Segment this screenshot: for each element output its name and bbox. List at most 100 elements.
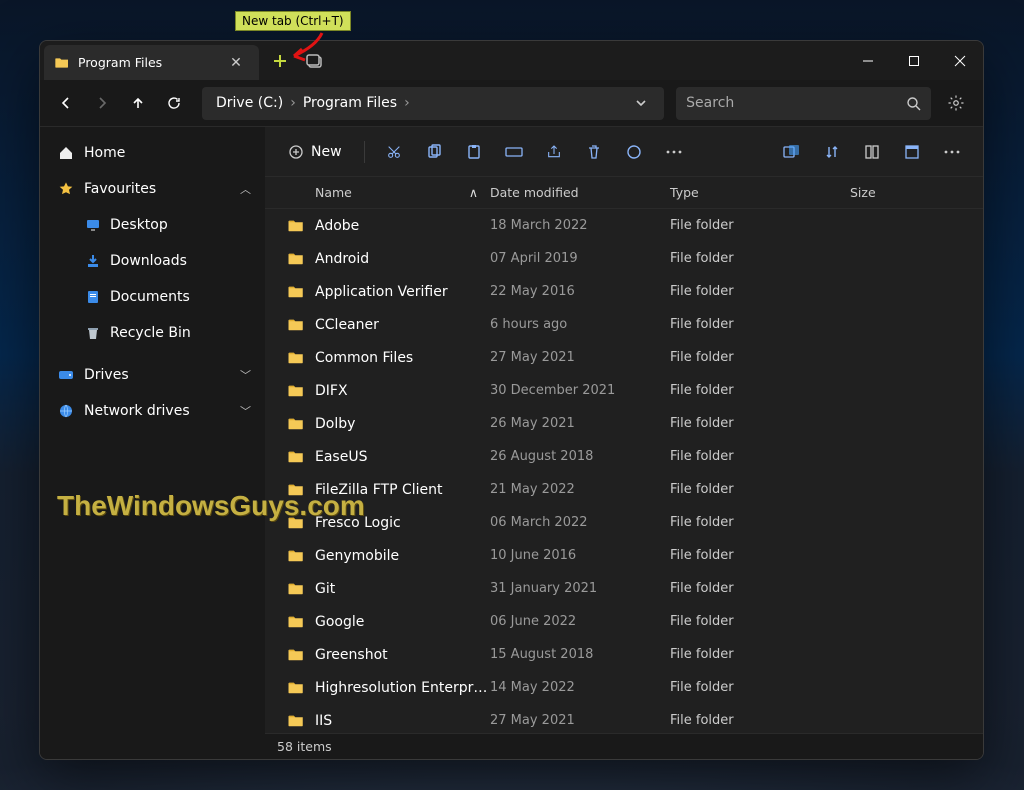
file-row[interactable]: Greenshot15 August 2018File folder: [265, 638, 983, 671]
breadcrumb-drive[interactable]: Drive (C:): [212, 95, 287, 111]
sidebar-item-recycle-bin[interactable]: Recycle Bin: [44, 315, 261, 351]
rename-button[interactable]: [495, 135, 533, 169]
overflow-button[interactable]: [933, 135, 971, 169]
folder-icon: [287, 481, 305, 499]
cut-button[interactable]: [375, 135, 413, 169]
file-date: 6 hours ago: [490, 317, 670, 332]
sidebar: Home Favourites ︿ Desktop Downloads Docu…: [40, 127, 265, 759]
minimize-button[interactable]: [845, 41, 891, 80]
tab-title: Program Files: [78, 55, 215, 70]
file-row[interactable]: Google06 June 2022File folder: [265, 605, 983, 638]
share-button[interactable]: [535, 135, 573, 169]
more-button[interactable]: [655, 135, 693, 169]
file-row[interactable]: IIS27 May 2021File folder: [265, 704, 983, 733]
sidebar-item-favourites[interactable]: Favourites ︿: [44, 171, 261, 207]
file-row[interactable]: Git31 January 2021File folder: [265, 572, 983, 605]
file-date: 07 April 2019: [490, 251, 670, 266]
file-name: Greenshot: [315, 647, 490, 663]
refresh-button[interactable]: [158, 87, 190, 119]
new-button[interactable]: New: [277, 135, 354, 169]
copy-path-button[interactable]: [773, 135, 811, 169]
file-type: File folder: [670, 614, 850, 629]
recycle-bin-icon: [86, 326, 100, 340]
desktop-icon: [86, 218, 100, 232]
file-date: 27 May 2021: [490, 713, 670, 728]
plus-icon: [273, 54, 287, 68]
file-row[interactable]: Dolby26 May 2021File folder: [265, 407, 983, 440]
delete-button[interactable]: [575, 135, 613, 169]
ellipsis-icon: [666, 150, 682, 154]
search-input[interactable]: Search: [676, 87, 931, 120]
sort-button[interactable]: [813, 135, 851, 169]
sidebar-item-home[interactable]: Home: [44, 135, 261, 171]
file-name: Fresco Logic: [315, 515, 490, 531]
file-row[interactable]: Highresolution Enterprises14 May 2022Fil…: [265, 671, 983, 704]
file-row[interactable]: Adobe18 March 2022File folder: [265, 209, 983, 242]
file-name: FileZilla FTP Client: [315, 482, 490, 498]
chevron-down-icon[interactable]: ﹀: [240, 367, 251, 383]
folder-icon: [287, 712, 305, 730]
sidebar-item-drives[interactable]: Drives ﹀: [44, 357, 261, 393]
chevron-up-icon[interactable]: ︿: [240, 181, 251, 197]
close-tab-button[interactable]: ✕: [223, 55, 249, 71]
status-item-count: 58 items: [277, 739, 332, 754]
column-header-name[interactable]: Name ∧: [315, 185, 490, 200]
layout-button[interactable]: [853, 135, 891, 169]
maximize-button[interactable]: [891, 41, 937, 80]
folder-icon: [287, 580, 305, 598]
active-tab[interactable]: Program Files ✕: [44, 45, 259, 80]
file-name: Common Files: [315, 350, 490, 366]
sidebar-item-network-drives[interactable]: Network drives ﹀: [44, 393, 261, 429]
downloads-icon: [86, 254, 100, 268]
plus-circle-icon: [289, 145, 303, 159]
address-dropdown-button[interactable]: [634, 96, 658, 110]
sidebar-item-label: Downloads: [110, 253, 187, 269]
copy-button[interactable]: [415, 135, 453, 169]
close-window-button[interactable]: [937, 41, 983, 80]
breadcrumb-folder[interactable]: Program Files: [299, 95, 401, 111]
settings-button[interactable]: [939, 86, 973, 120]
forward-button[interactable]: [86, 87, 118, 119]
chevron-down-icon[interactable]: ﹀: [240, 403, 251, 419]
file-row[interactable]: Common Files27 May 2021File folder: [265, 341, 983, 374]
navigation-bar: Drive (C:) › Program Files › Search: [40, 80, 983, 127]
file-row[interactable]: EaseUS26 August 2018File folder: [265, 440, 983, 473]
sidebar-item-desktop[interactable]: Desktop: [44, 207, 261, 243]
paste-button[interactable]: [455, 135, 493, 169]
folder-icon: [287, 217, 305, 235]
column-header-size[interactable]: Size: [850, 185, 950, 200]
up-button[interactable]: [122, 87, 154, 119]
titlebar: Program Files ✕: [40, 41, 983, 80]
file-name: Google: [315, 614, 490, 630]
back-button[interactable]: [50, 87, 82, 119]
file-date: 21 May 2022: [490, 482, 670, 497]
documents-icon: [86, 290, 100, 304]
file-row[interactable]: Android07 April 2019File folder: [265, 242, 983, 275]
sidebar-item-documents[interactable]: Documents: [44, 279, 261, 315]
file-row[interactable]: Genymobile10 June 2016File folder: [265, 539, 983, 572]
file-date: 26 August 2018: [490, 449, 670, 464]
file-date: 18 March 2022: [490, 218, 670, 233]
content-pane: New Nam: [265, 127, 983, 759]
file-row[interactable]: DIFX30 December 2021File folder: [265, 374, 983, 407]
details-pane-button[interactable]: [893, 135, 931, 169]
folder-icon: [287, 382, 305, 400]
file-type: File folder: [670, 449, 850, 464]
file-row[interactable]: FileZilla FTP Client21 May 2022File fold…: [265, 473, 983, 506]
sidebar-item-downloads[interactable]: Downloads: [44, 243, 261, 279]
file-list[interactable]: Name ∧ Date modified Type Size Adobe18 M…: [265, 177, 983, 733]
column-header-type[interactable]: Type: [670, 185, 850, 200]
file-row[interactable]: CCleaner6 hours agoFile folder: [265, 308, 983, 341]
column-header-date[interactable]: Date modified: [490, 185, 670, 200]
properties-button[interactable]: [615, 135, 653, 169]
star-icon: [58, 181, 74, 197]
file-name: DIFX: [315, 383, 490, 399]
sidebar-item-label: Favourites: [84, 181, 156, 197]
file-name: EaseUS: [315, 449, 490, 465]
address-bar[interactable]: Drive (C:) › Program Files ›: [202, 87, 664, 120]
file-row[interactable]: Fresco Logic06 March 2022File folder: [265, 506, 983, 539]
file-row[interactable]: Application Verifier22 May 2016File fold…: [265, 275, 983, 308]
sort-asc-icon: ∧: [469, 185, 478, 200]
share-icon: [546, 144, 562, 160]
file-type: File folder: [670, 251, 850, 266]
